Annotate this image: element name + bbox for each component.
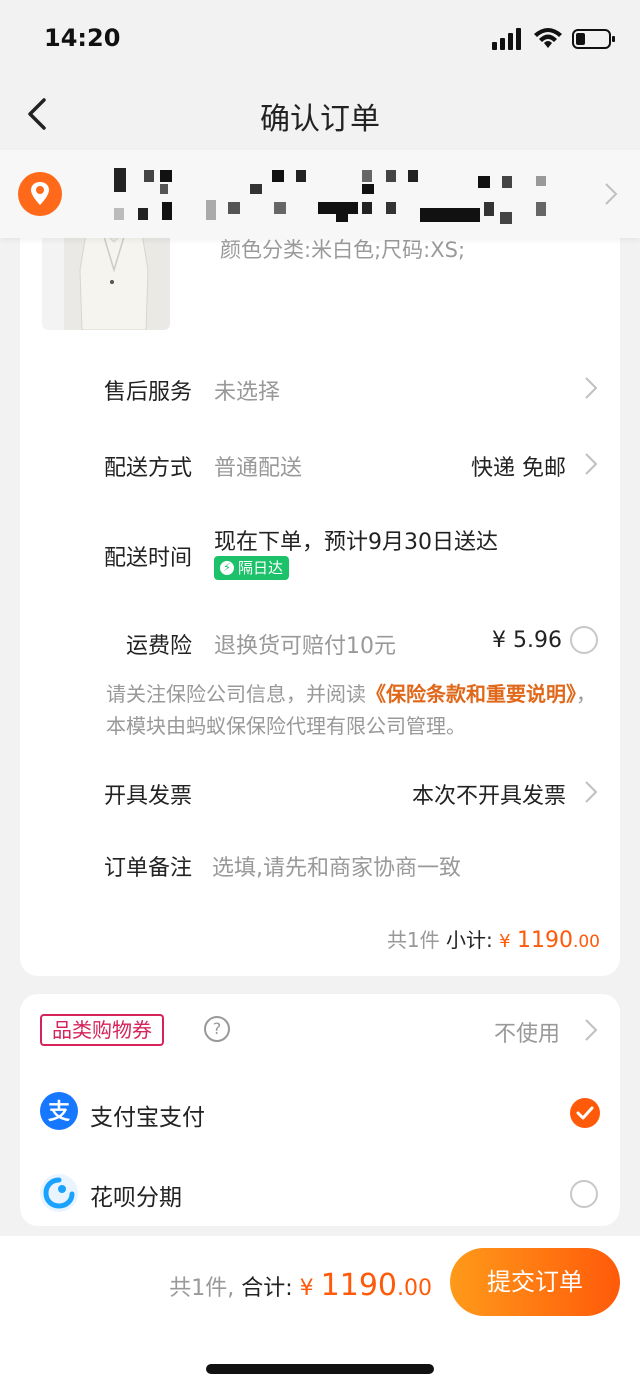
chevron-right-icon	[585, 453, 598, 475]
total-amount: 1190	[320, 1268, 397, 1303]
remark-label: 订单备注	[104, 856, 193, 881]
subtotal-amount: 1190	[516, 928, 573, 953]
status-time: 14:20	[44, 24, 121, 52]
huabei-icon	[40, 1174, 78, 1212]
chevron-right-icon	[585, 781, 598, 803]
battery-icon	[572, 29, 615, 49]
product-sku: 颜色分类:米白色;尺码:XS;	[220, 238, 466, 262]
after-sales-value: 未选择	[214, 380, 281, 405]
huabei-radio[interactable]	[570, 1180, 598, 1208]
status-icons	[492, 28, 616, 50]
lightning-icon: ⚡	[220, 561, 234, 575]
home-indicator	[206, 1364, 434, 1374]
coupon-value: 不使用	[493, 1022, 560, 1047]
total-count: 共1件,	[169, 1276, 235, 1301]
delivery-method-value: 普通配送	[214, 456, 303, 481]
chevron-right-icon	[585, 377, 598, 399]
next-day-badge-label: 隔日达	[238, 559, 284, 577]
bottom-bar: 共1件, 合计: ¥ 1190.00 提交订单	[0, 1236, 640, 1386]
subtotal-count: 共1件	[386, 928, 440, 952]
delivery-method-label: 配送方式	[104, 456, 193, 481]
shipping-insurance-label: 运费险	[126, 634, 193, 659]
next-day-badge: ⚡ 隔日达	[214, 556, 290, 580]
subtotal: 共1件 小计: ¥ 1190.00	[387, 924, 600, 953]
shipping-insurance-radio[interactable]	[570, 626, 598, 654]
location-pin-icon	[18, 172, 62, 216]
remark-input[interactable]: 选填,请先和商家协商一致	[212, 850, 461, 882]
invoice-value: 本次不开具发票	[411, 784, 566, 809]
delivery-time-label: 配送时间	[104, 546, 193, 571]
after-sales-label: 售后服务	[104, 380, 193, 405]
invoice-label: 开具发票	[104, 784, 193, 809]
notice-text-before: 请关注保险公司信息，并阅读	[106, 682, 366, 706]
address-bar[interactable]	[0, 150, 640, 238]
total-currency: ¥	[299, 1276, 314, 1301]
payment-card: 品类购物券 ? 不使用 支 支付宝支付 花呗分期	[20, 994, 620, 1226]
insurance-terms-link[interactable]: 《保险条款和重要说明》	[366, 682, 576, 706]
subtotal-decimal: .00	[572, 932, 600, 952]
subtotal-currency: ¥	[499, 931, 511, 952]
signal-icon	[492, 28, 521, 50]
coupon-tag: 品类购物券	[40, 1014, 164, 1046]
help-icon[interactable]: ?	[204, 1016, 230, 1042]
delivery-time-value: 现在下单，预计9月30日送达	[214, 530, 498, 555]
shipping-insurance-value: 退换货可赔付10元	[214, 634, 396, 659]
chevron-right-icon	[585, 1019, 598, 1041]
shipping-insurance-price: ¥ 5.96	[492, 628, 562, 653]
submit-order-button[interactable]: 提交订单	[450, 1248, 620, 1316]
order-card: 颜色分类:米白色;尺码:XS; 售后服务 未选择 配送方式 普通配送 快递 免邮…	[20, 200, 620, 976]
svg-text:支: 支	[48, 1100, 71, 1125]
product-image[interactable]	[42, 230, 170, 330]
address-obscured	[114, 168, 546, 224]
wifi-icon	[534, 28, 562, 48]
huabei-label: 花呗分期	[90, 1185, 182, 1211]
chevron-right-icon	[605, 183, 618, 205]
order-total: 共1件, 合计: ¥ 1190.00	[169, 1268, 432, 1303]
page-title: 确认订单	[260, 102, 380, 137]
alipay-radio-checked[interactable]	[570, 1098, 600, 1128]
nav-bar: 确认订单	[0, 80, 640, 150]
status-bar: 14:20	[0, 0, 640, 80]
total-label: 合计:	[241, 1276, 293, 1301]
insurance-notice: 请关注保险公司信息，并阅读《保险条款和重要说明》，本模块由蚂蚁保保险代理有限公司…	[106, 678, 606, 742]
total-decimal: .00	[397, 1276, 432, 1301]
alipay-icon: 支	[40, 1092, 78, 1130]
delivery-method-right: 快递 免邮	[471, 456, 566, 481]
alipay-label: 支付宝支付	[90, 1105, 205, 1131]
subtotal-label: 小计:	[446, 928, 493, 952]
